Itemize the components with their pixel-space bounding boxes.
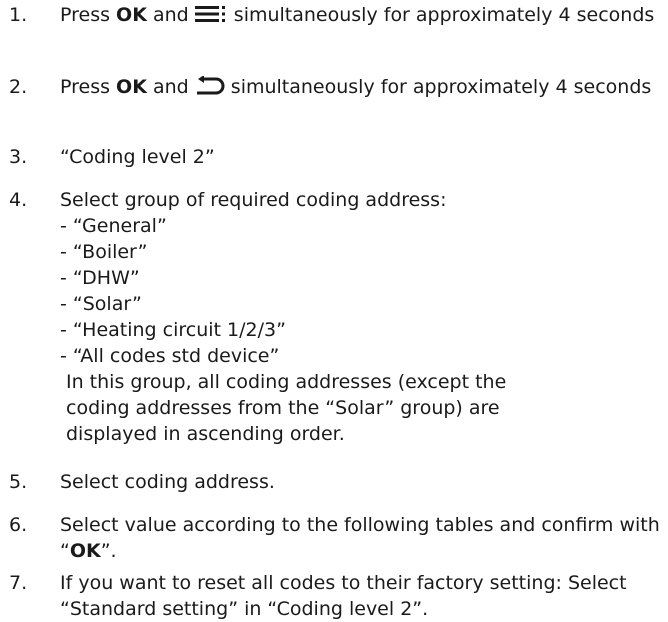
step-2: 2. Press OK and simultaneously for appro… <box>0 74 668 103</box>
step-number: 6. <box>9 514 28 536</box>
step-text: “Coding level 2” <box>60 146 215 168</box>
step-text: Select coding address. <box>60 471 275 493</box>
group-note: In this group, all coding addresses (exc… <box>66 371 507 445</box>
step-number: 4. <box>9 189 28 211</box>
group-option-solar: - “Solar” <box>60 293 142 315</box>
step-4: 4. Select group of required coding addre… <box>0 187 668 447</box>
step-number: 7. <box>9 572 28 594</box>
step-number: 2. <box>9 76 28 98</box>
ok-key-label: OK <box>69 540 101 562</box>
group-option-dhw: - “DHW” <box>60 267 140 289</box>
back-arrow-icon <box>195 75 225 103</box>
group-option-boiler: - “Boiler” <box>60 241 148 263</box>
step-text: and <box>146 4 195 26</box>
step-text: Press <box>60 76 117 98</box>
step-text: simultaneously for approximately 4 secon… <box>227 4 655 26</box>
step-number: 5. <box>9 471 28 493</box>
step-text: simultaneously for approximately 4 secon… <box>224 76 652 98</box>
group-option-general: - “General” <box>60 215 167 237</box>
ok-key-label: OK <box>116 76 147 98</box>
ok-key-label: OK <box>116 4 147 26</box>
group-option-all-codes: - “All codes std device” <box>60 345 280 367</box>
step-text: If you want to reset all codes to their … <box>60 572 627 620</box>
step-text: Select group of required coding address: <box>60 189 447 211</box>
group-option-heating-circuit: - “Heating circuit 1/2/3” <box>60 319 286 341</box>
step-3: 3. “Coding level 2” <box>0 144 668 170</box>
step-6: 6. Select value according to the followi… <box>0 512 668 564</box>
step-text: Press <box>60 4 117 26</box>
step-number: 3. <box>9 146 28 168</box>
step-text: and <box>146 76 195 98</box>
step-1: 1. Press OK and simultaneously for appro… <box>0 2 668 31</box>
step-text: ”. <box>100 540 117 562</box>
step-7: 7. If you want to reset all codes to the… <box>0 570 668 622</box>
step-5: 5. Select coding address. <box>0 469 668 495</box>
menu-icon <box>194 4 228 31</box>
step-number: 1. <box>9 4 28 26</box>
step-text: Select value according to the following … <box>60 514 660 562</box>
